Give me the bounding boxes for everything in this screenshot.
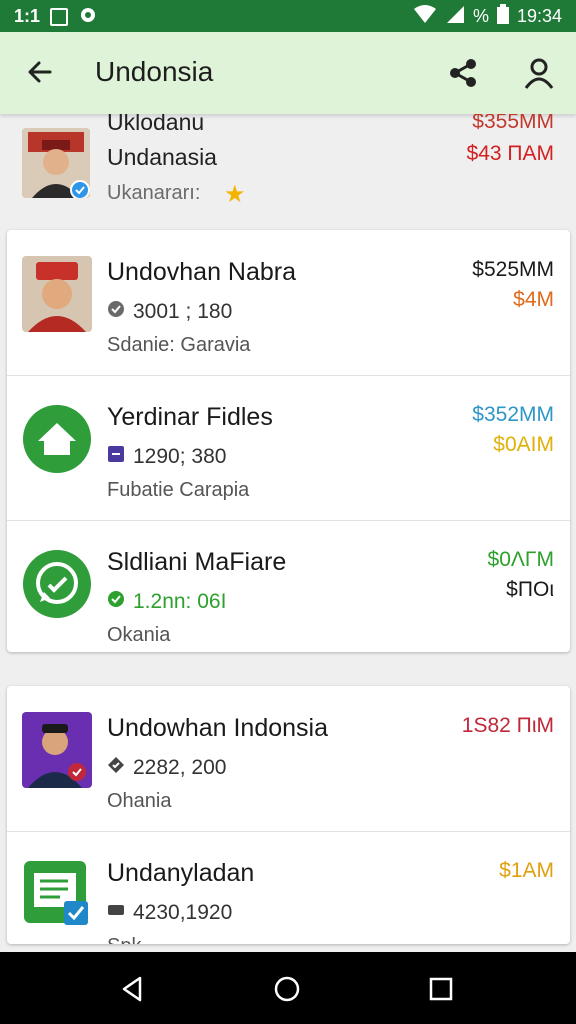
- item-price-1: $355MM: [472, 114, 554, 130]
- item-title: Undovhan Nabra: [107, 258, 297, 286]
- home-icon: [22, 401, 92, 477]
- item-meta: 1290; 380: [107, 445, 226, 469]
- item-price-2: $ΠΟι: [506, 578, 554, 601]
- home-nav-icon[interactable]: [272, 974, 302, 1004]
- verified-badge-icon: [70, 180, 90, 198]
- item-location: Okania: [107, 624, 171, 646]
- list-item[interactable]: Undovhan Nabra 3001 ; 180 Sdanie: Garavi…: [7, 230, 570, 376]
- item-meta-text: 3001 ; 180: [133, 300, 233, 323]
- list-card: Undovhan Nabra 3001 ; 180 Sdanie: Garavi…: [7, 230, 570, 652]
- clock: 19:34: [516, 6, 562, 26]
- account-icon[interactable]: [522, 56, 556, 90]
- avatar: [22, 712, 92, 788]
- share-icon[interactable]: [446, 56, 480, 90]
- item-name-line2: Undanasia: [107, 144, 217, 170]
- item-price-2: $0AIM: [493, 433, 554, 456]
- item-price-1: $0ΛΓM: [487, 548, 554, 571]
- item-location: Spk: [107, 935, 141, 944]
- gallery-notification-icon: [50, 7, 69, 26]
- document-icon: [22, 857, 92, 933]
- diamond-icon: [107, 756, 125, 780]
- item-subtitle: Ukanararı:: [107, 182, 201, 204]
- item-location: Sdanie: Garavia: [107, 334, 251, 356]
- item-price-1: $352MM: [472, 403, 554, 426]
- item-title: Yerdinar Fidles: [107, 403, 273, 431]
- list-item[interactable]: Sldliani MaFiare 1.2nn: 06I Okania $0ΛΓM…: [7, 520, 570, 652]
- app-bar: Undonsia: [0, 32, 576, 114]
- item-price-2: $4M: [513, 288, 554, 311]
- item-title: Sldliani MaFiare: [107, 548, 287, 576]
- item-meta: 2282, 200: [107, 756, 226, 780]
- list-card: Undowhan Indonsia 2282, 200 Ohania 1S82 …: [7, 686, 570, 944]
- avatar: [22, 128, 90, 198]
- battery-icon: [496, 4, 509, 29]
- list-item-top[interactable]: Uklodanu Undanasia Ukanararı: ★ $355MM $…: [0, 114, 576, 214]
- signal-icon: [445, 4, 465, 29]
- star-icon: ★: [224, 181, 246, 208]
- item-meta-text: 2282, 200: [133, 756, 227, 779]
- list-item[interactable]: Undowhan Indonsia 2282, 200 Ohania 1S82 …: [7, 686, 570, 832]
- item-meta-text: 1.2nn: 06I: [133, 590, 227, 613]
- item-price-2: $43 ПАМ: [466, 142, 554, 165]
- avatar: [22, 256, 92, 332]
- item-location: Ohania: [107, 790, 172, 812]
- recents-nav-icon[interactable]: [426, 974, 456, 1004]
- item-price-1: 1S82 ΠιM: [461, 714, 554, 737]
- back-nav-icon[interactable]: [118, 974, 148, 1004]
- list-item[interactable]: Yerdinar Fidles 1290; 380 Fubatie Carapi…: [7, 375, 570, 521]
- item-meta-text: 1290; 380: [133, 445, 227, 468]
- card-icon: [107, 901, 125, 925]
- battery-percent: %: [472, 6, 489, 26]
- wifi-icon: [413, 4, 437, 29]
- item-price-1: $525MM: [472, 258, 554, 281]
- shield-icon: [107, 300, 125, 324]
- item-price-1: $1AM: [499, 859, 554, 882]
- whatsapp-icon: [22, 546, 92, 622]
- item-name-line1: Uklodanu: [107, 114, 205, 130]
- item-meta: 3001 ; 180: [107, 300, 232, 324]
- item-meta: 1.2nn: 06I: [107, 590, 226, 614]
- navigation-bar: [0, 952, 576, 1024]
- status-left-text: 1:1: [14, 6, 41, 26]
- item-title: Undowhan Indonsia: [107, 714, 328, 742]
- back-arrow-icon[interactable]: [22, 54, 58, 90]
- android-notification-icon: [78, 4, 98, 29]
- status-bar: 1:1 % 19:34: [0, 0, 576, 32]
- page-title: Undonsia: [95, 56, 214, 87]
- tag-icon: [107, 445, 125, 469]
- item-meta-text: 4230,1920: [133, 901, 233, 924]
- item-location: Fubatie Carapia: [107, 479, 250, 501]
- item-title: Undanyladan: [107, 859, 255, 887]
- list-item[interactable]: Undanyladan 4230,1920 Spk $1AM: [7, 831, 570, 944]
- item-meta: 4230,1920: [107, 901, 232, 925]
- check-circle-icon: [107, 590, 125, 614]
